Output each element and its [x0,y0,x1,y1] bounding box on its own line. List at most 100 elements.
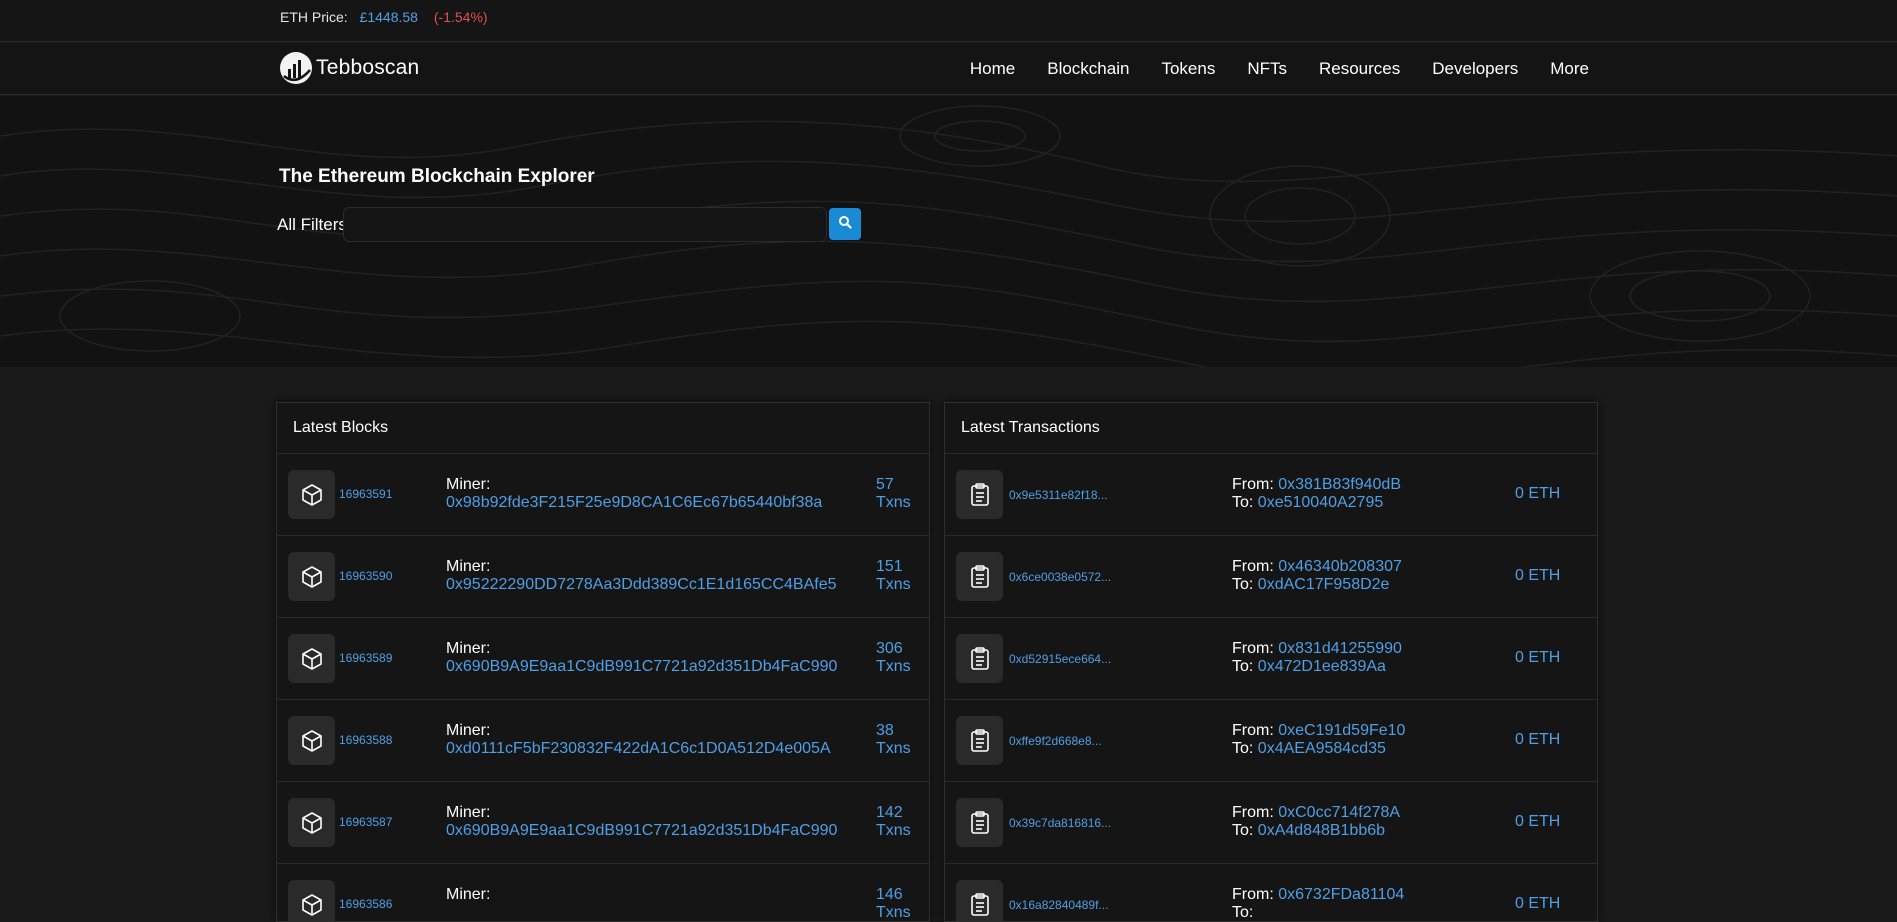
txns-count: 57 [876,476,894,493]
block-miner: Miner: [446,886,490,904]
from-address-link[interactable]: 0xeC191d59Fe10 [1278,722,1405,739]
block-icon [288,552,335,601]
nav-resources[interactable]: Resources [1319,59,1400,79]
blocks-list: 16963591 Miner: 0x98b92fde3F215F25e9D8CA1C… [277,454,929,921]
transaction-hash-link[interactable]: 0x9e5311e82f18... [1009,488,1108,502]
eth-price-value: £1448.58 [359,9,418,25]
transaction-row: 0x16a82840489f... From: 0x6732FDa81104 To:… [945,864,1597,921]
block-number-link[interactable]: 16963587 [339,815,392,829]
eth-price-change: (-1.54%) [433,9,488,25]
transaction-row: 0x6ce0038e0572... From: 0x46340b208307 To:… [945,536,1597,618]
filter-label[interactable]: All Filters [277,215,347,235]
search-input[interactable] [343,207,827,242]
price-bar: ETH Price: £1448.58 (-1.54%) [0,0,1897,42]
logo-icon [280,52,312,84]
block-txns-link[interactable]: 57 Txns [876,476,911,512]
txns-count: 306 [876,640,903,657]
nav-more[interactable]: More [1550,59,1589,79]
search-button[interactable] [829,208,861,240]
transaction-hash-link[interactable]: 0xffe9f2d668e8... [1009,734,1102,748]
block-number-link[interactable]: 16963591 [339,487,392,501]
miner-address-link[interactable]: 0x690B9A9E9aa1C9dB991C7721a92d351Db4FaC9… [446,822,837,840]
txns-count: 142 [876,804,903,821]
block-number-link[interactable]: 16963590 [339,569,392,583]
nav-tokens[interactable]: Tokens [1161,59,1215,79]
from-address-link[interactable]: 0x46340b208307 [1278,558,1402,575]
from-label: From: [1232,640,1279,657]
block-number-link[interactable]: 16963588 [339,733,392,747]
to-line: To: 0xdAC17F958D2e [1232,576,1402,594]
block-number-link[interactable]: 16963586 [339,897,392,911]
to-address-link[interactable]: 0xA4d848B1bb6b [1258,822,1385,839]
latest-blocks-panel: Latest Blocks 16963591 Miner: 0x98b92fde3F… [276,402,930,922]
block-txns-link[interactable]: 142 Txns [876,804,911,840]
search-icon [838,215,852,234]
from-address-link[interactable]: 0x831d41255990 [1278,640,1402,657]
block-miner: Miner: 0x95222290DD7278Aa3Ddd389Cc1E1d165… [446,558,837,594]
from-address-link[interactable]: 0x381B83f940dB [1278,476,1401,493]
navbar: Tebboscan Home Blockchain Tokens NFTs Re… [0,43,1897,95]
from-address-link[interactable]: 0x6732FDa81104 [1278,886,1404,903]
transaction-hash-link[interactable]: 0x6ce0038e0572... [1009,570,1111,584]
transaction-icon [956,716,1003,765]
transaction-value: 0 ETH [1515,895,1561,912]
latest-transactions-title: Latest Transactions [945,403,1597,454]
txns-count: 151 [876,558,903,575]
hero-banner: The Ethereum Blockchain Explorer All Fil… [0,96,1897,367]
txns-label: Txns [876,822,911,839]
transaction-from-to: From: 0xeC191d59Fe10 To: 0x4AEA9584cd35 [1232,722,1405,758]
eth-price-label: ETH Price: [280,9,348,25]
block-miner: Miner: 0x690B9A9E9aa1C9dB991C7721a92d351D… [446,804,837,840]
block-row: 16963591 Miner: 0x98b92fde3F215F25e9D8CA1C… [277,454,929,536]
from-label: From: [1232,476,1279,493]
block-txns-link[interactable]: 146 Txns [876,886,911,921]
miner-label: Miner: [446,476,491,493]
block-txns-link[interactable]: 38 Txns [876,722,911,758]
to-address-link[interactable]: 0xe510040A2795 [1258,494,1383,511]
transaction-icon [956,880,1003,921]
brand-name: Tebboscan [316,56,420,79]
from-line: From: 0x381B83f940dB [1232,476,1401,494]
to-label: To: [1232,494,1258,511]
miner-address-link[interactable]: 0xd0111cF5bF230832F422dA1C6c1D0A512D4e00… [446,740,831,758]
nav-nfts[interactable]: NFTs [1247,59,1287,79]
from-line: From: 0x831d41255990 [1232,640,1402,658]
to-address-link[interactable]: 0xdAC17F958D2e [1258,576,1390,593]
miner-label: Miner: [446,558,491,575]
nav-developers[interactable]: Developers [1432,59,1518,79]
block-icon [288,798,335,847]
from-address-link[interactable]: 0xC0cc714f278A [1278,804,1400,821]
to-label: To: [1232,576,1258,593]
miner-address-link[interactable]: 0x98b92fde3F215F25e9D8CA1C6Ec67b65440bf3… [446,494,822,512]
block-txns-link[interactable]: 306 Txns [876,640,911,676]
transaction-hash-link[interactable]: 0xd52915ece664... [1009,652,1111,666]
nav-blockchain[interactable]: Blockchain [1047,59,1129,79]
miner-address-link[interactable]: 0x95222290DD7278Aa3Ddd389Cc1E1d165CC4BAf… [446,576,837,594]
transaction-hash-link[interactable]: 0x16a82840489f... [1009,898,1108,912]
txns-label: Txns [876,494,911,511]
miner-address-link[interactable]: 0x690B9A9E9aa1C9dB991C7721a92d351Db4FaC9… [446,658,837,676]
block-icon [288,470,335,519]
block-icon [288,880,335,921]
block-number-link[interactable]: 16963589 [339,651,392,665]
transaction-value: 0 ETH [1515,567,1561,584]
from-line: From: 0x6732FDa81104 [1232,886,1404,904]
txns-count: 38 [876,722,894,739]
eth-price: ETH Price: £1448.58 (-1.54%) [280,9,488,25]
to-label: To: [1232,658,1258,675]
transaction-row: 0xd52915ece664... From: 0x831d41255990 To:… [945,618,1597,700]
transaction-hash-link[interactable]: 0x39c7da816816... [1009,816,1111,830]
to-address-link[interactable]: 0x472D1ee839Aa [1258,658,1386,675]
to-line: To: 0xe510040A2795 [1232,494,1401,512]
block-row: 16963588 Miner: 0xd0111cF5bF230832F422dA1C… [277,700,929,782]
miner-label: Miner: [446,640,491,657]
block-icon [288,716,335,765]
miner-label: Miner: [446,886,491,903]
nav-home[interactable]: Home [970,59,1015,79]
block-txns-link[interactable]: 151 Txns [876,558,911,594]
to-line: To: 0x472D1ee839Aa [1232,658,1402,676]
transaction-icon [956,634,1003,683]
to-address-link[interactable]: 0x4AEA9584cd35 [1258,740,1386,757]
logo[interactable]: Tebboscan [280,51,419,85]
latest-blocks-title: Latest Blocks [277,403,929,454]
